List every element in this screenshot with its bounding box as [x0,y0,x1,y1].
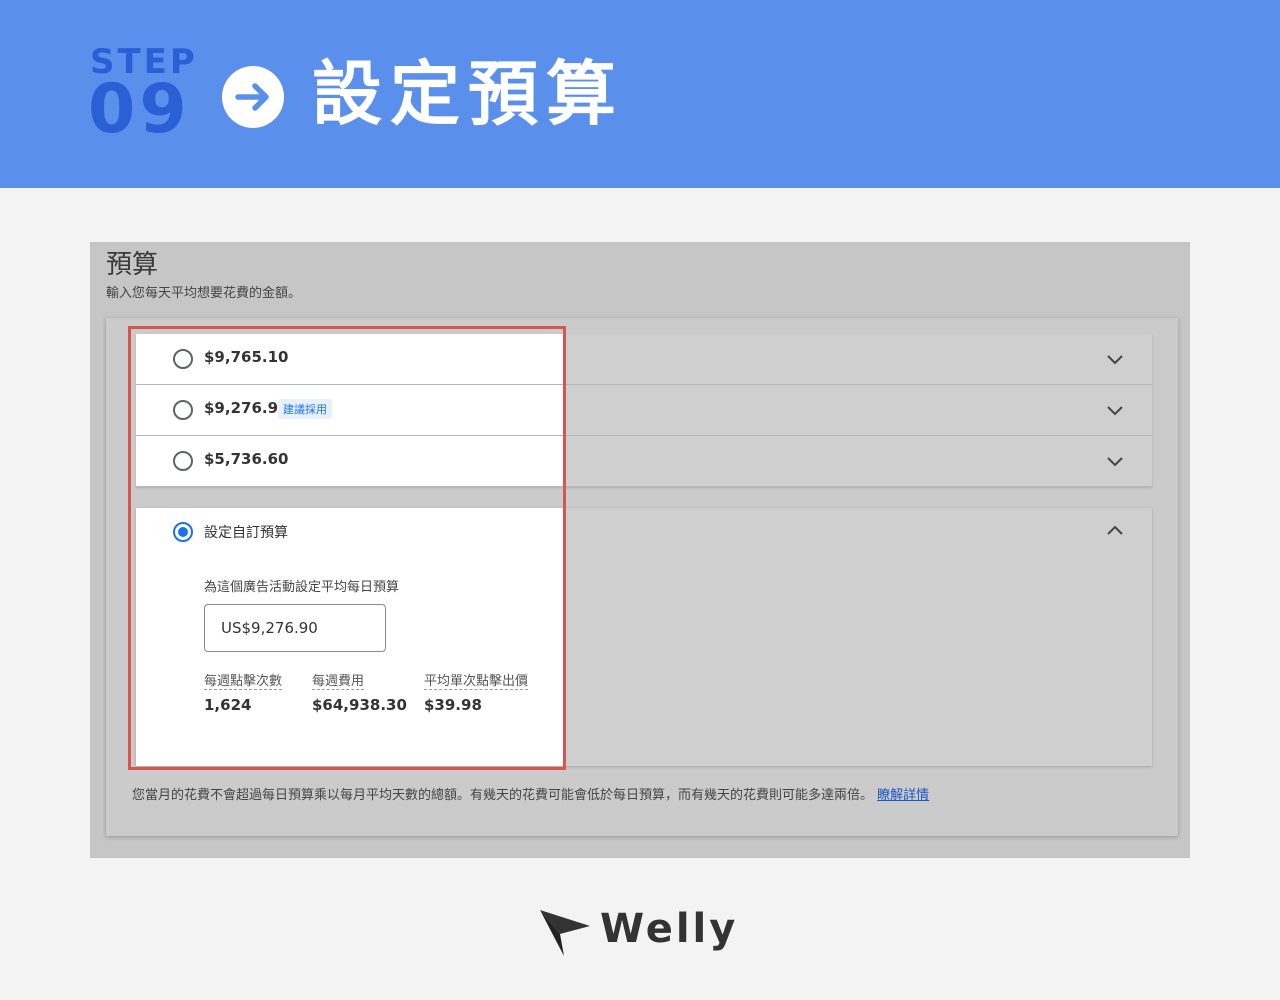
arrow-right-icon [222,66,284,128]
step-number: 09 [88,70,191,149]
learn-more-link[interactable]: 瞭解詳情 [877,788,929,803]
budget-panel: 預算 輸入您每天平均想要花費的金額。 $9,765.10 $9,276.90 建… [90,242,1190,858]
chevron-down-icon[interactable] [1106,452,1124,470]
logo-text: Welly [600,906,739,952]
header-banner: STEP 09 設定預算 [0,0,1280,188]
chevron-up-icon[interactable] [1106,522,1124,540]
chevron-down-icon[interactable] [1106,350,1124,368]
budget-subtitle: 輸入您每天平均想要花費的金額。 [106,286,302,301]
highlight-box [128,326,566,770]
budget-heading: 預算 [106,250,159,280]
banner-title: 設定預算 [312,53,624,135]
footnote-text: 您當月的花費不會超過每日預算乘以每月平均天數的總額。有幾天的花費可能會低於每日預… [132,788,874,803]
chevron-down-icon[interactable] [1106,401,1124,419]
welly-logo: Welly [538,906,735,962]
paper-plane-icon [540,910,590,956]
budget-footnote: 您當月的花費不會超過每日預算乘以每月平均天數的總額。有幾天的花費可能會低於每日預… [132,784,929,803]
